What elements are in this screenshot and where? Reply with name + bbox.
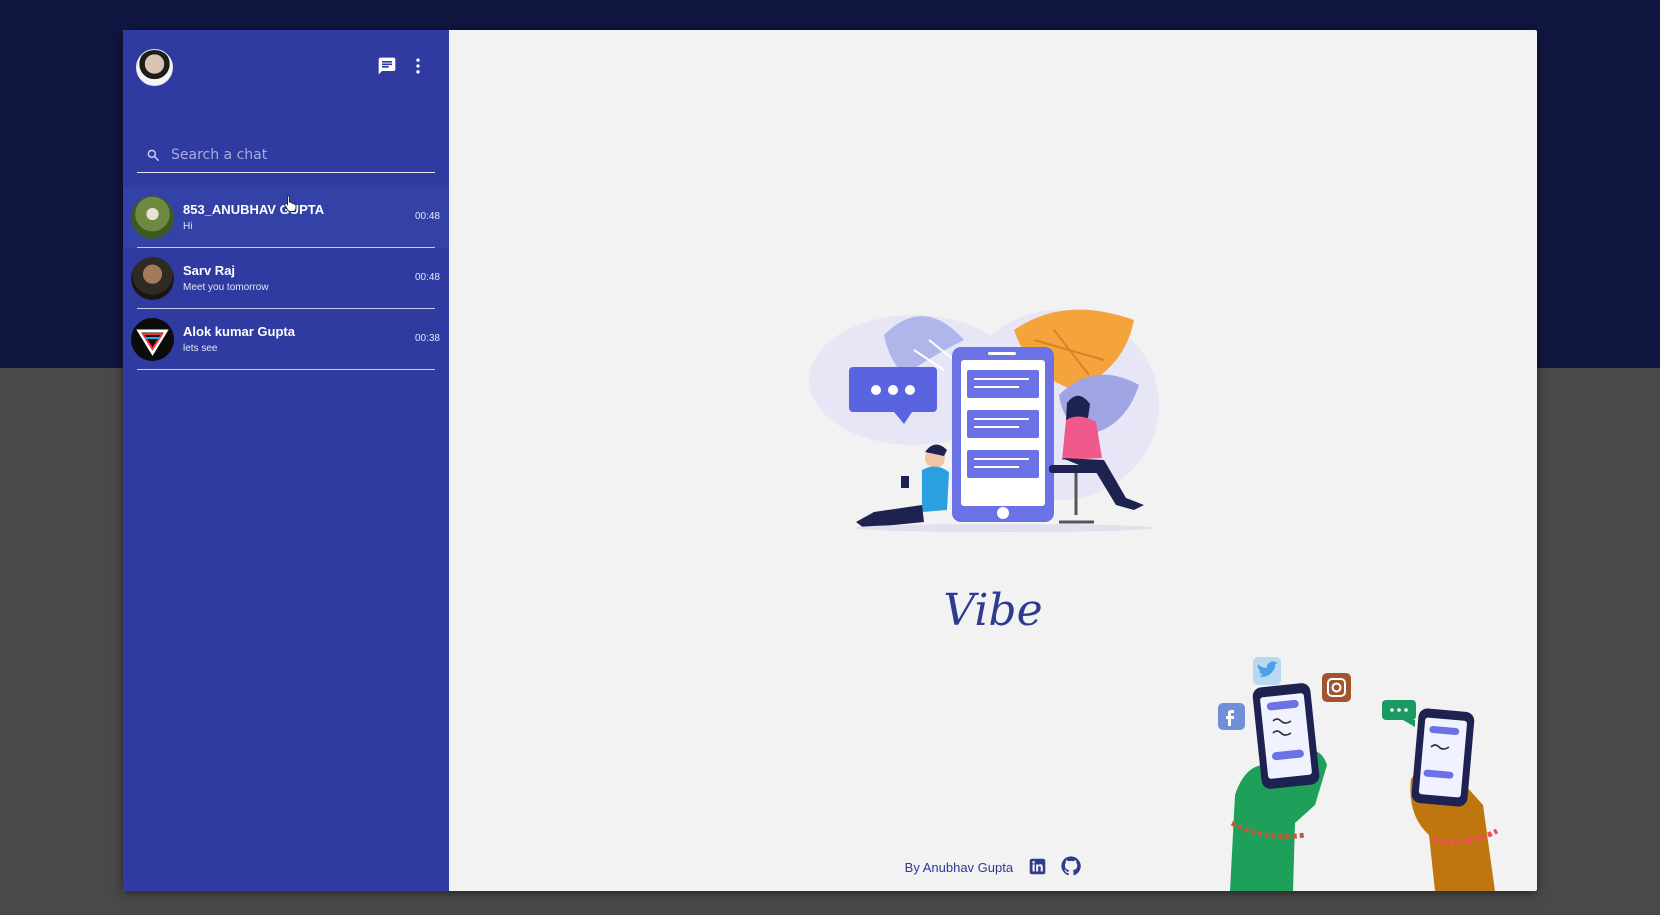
sidebar-header bbox=[123, 30, 449, 100]
message-time: 00:38 bbox=[414, 333, 440, 344]
contact-name: 853_ANUBHAV GUPTA bbox=[183, 202, 325, 217]
message-time: 00:48 bbox=[414, 211, 440, 222]
instagram-icon bbox=[1322, 673, 1351, 702]
brand-title: Vibe bbox=[943, 585, 1043, 636]
chat-illustration bbox=[809, 309, 1159, 532]
last-message: Meet you tomorrow bbox=[183, 282, 269, 293]
footer-credit: By Anubhav Gupta bbox=[904, 860, 1014, 875]
search-icon bbox=[146, 147, 162, 163]
message-time: 00:48 bbox=[414, 272, 440, 283]
chat-list: 853_ANUBHAV GUPTA Hi 00:48 Sarv Raj Meet… bbox=[123, 187, 449, 370]
contact-avatar bbox=[131, 257, 174, 300]
twitter-icon bbox=[1253, 657, 1281, 685]
github-icon[interactable] bbox=[1061, 856, 1082, 879]
last-message: lets see bbox=[183, 343, 218, 354]
last-message: Hi bbox=[183, 221, 193, 232]
chat-list-item[interactable]: Sarv Raj Meet you tomorrow 00:48 bbox=[123, 248, 449, 309]
chat-list-item[interactable]: 853_ANUBHAV GUPTA Hi 00:48 bbox=[123, 187, 449, 248]
divider bbox=[137, 369, 435, 370]
search-input[interactable] bbox=[169, 142, 433, 168]
sidebar: 853_ANUBHAV GUPTA Hi 00:48 Sarv Raj Meet… bbox=[123, 30, 449, 891]
new-chat-icon[interactable] bbox=[376, 55, 398, 77]
hand-cursor-icon bbox=[284, 195, 297, 212]
contact-name: Alok kumar Gupta bbox=[183, 324, 295, 339]
contact-name: Sarv Raj bbox=[183, 263, 236, 278]
more-vert-icon[interactable] bbox=[407, 55, 429, 77]
facebook-icon bbox=[1218, 703, 1245, 730]
contact-avatar bbox=[131, 318, 174, 361]
chat-list-item[interactable]: Alok kumar Gupta lets see 00:38 bbox=[123, 309, 449, 370]
contact-avatar bbox=[131, 196, 174, 239]
footer: By Anubhav Gupta bbox=[449, 856, 1537, 879]
user-avatar[interactable] bbox=[136, 49, 173, 86]
app-window: 853_ANUBHAV GUPTA Hi 00:48 Sarv Raj Meet… bbox=[123, 30, 1537, 891]
main-panel: Vibe By Anubhav Gupta bbox=[449, 30, 1537, 891]
linkedin-icon[interactable] bbox=[1029, 858, 1046, 878]
search-bar bbox=[137, 138, 435, 173]
